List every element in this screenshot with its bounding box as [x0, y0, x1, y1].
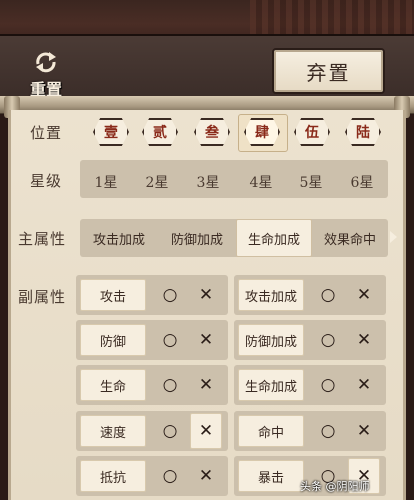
cross-icon[interactable]: ✕: [348, 326, 380, 354]
cross-icon[interactable]: ✕: [348, 417, 380, 445]
star-level-item-2[interactable]: 2星: [137, 172, 177, 192]
position-item-label: 贰: [153, 125, 167, 141]
cross-icon[interactable]: ✕: [190, 326, 222, 354]
sub-attribute-cell: 生命加成 ○ ✕: [234, 365, 386, 405]
position-item-6[interactable]: 陆: [345, 118, 381, 146]
reset-button[interactable]: 重置: [18, 48, 74, 99]
position-item-2[interactable]: 贰: [142, 118, 178, 146]
sub-attribute-name[interactable]: 攻击: [80, 279, 146, 311]
circle-icon[interactable]: ○: [312, 371, 344, 399]
circle-icon[interactable]: ○: [154, 417, 186, 445]
sub-attribute-name[interactable]: 攻击加成: [238, 279, 304, 311]
cross-icon[interactable]: ✕: [190, 281, 222, 309]
sub-attribute-cell: 攻击加成 ○ ✕: [234, 275, 386, 315]
position-item-label: 壹: [104, 125, 118, 141]
sub-attribute-name[interactable]: 生命加成: [238, 369, 304, 401]
position-item-1[interactable]: 壹: [93, 118, 129, 146]
sub-attribute-name[interactable]: 命中: [238, 415, 304, 447]
circle-icon[interactable]: ○: [312, 281, 344, 309]
circle-icon[interactable]: ○: [154, 281, 186, 309]
star-level-item-4[interactable]: 4星: [241, 172, 281, 192]
circle-icon[interactable]: ○: [312, 417, 344, 445]
position-label: 位置: [30, 124, 63, 142]
main-attribute-label: 主属性: [18, 230, 67, 248]
cross-icon[interactable]: ✕: [190, 462, 222, 490]
sub-attribute-cell: 攻击 ○ ✕: [76, 275, 228, 315]
sub-attribute-name[interactable]: 防御: [80, 324, 146, 356]
sub-attribute-name[interactable]: 暴击: [238, 460, 304, 492]
position-item-3[interactable]: 叁: [194, 118, 230, 146]
circle-icon[interactable]: ○: [154, 326, 186, 354]
circle-icon[interactable]: ○: [312, 326, 344, 354]
sub-attribute-cell: 命中 ○ ✕: [234, 411, 386, 451]
star-level-item-5[interactable]: 5星: [291, 172, 331, 192]
watermark: 头条 @阴阳师: [300, 480, 370, 493]
position-item-label: 肆: [255, 125, 269, 141]
sub-attribute-cell: 生命 ○ ✕: [76, 365, 228, 405]
cross-icon[interactable]: ✕: [190, 413, 222, 449]
circle-icon[interactable]: ○: [154, 462, 186, 490]
main-attribute-item[interactable]: 生命加成: [236, 219, 312, 257]
cross-icon[interactable]: ✕: [190, 371, 222, 399]
star-level-item-1[interactable]: 1星: [86, 172, 126, 192]
circle-icon[interactable]: ○: [154, 371, 186, 399]
sub-attribute-name[interactable]: 速度: [80, 415, 146, 447]
sub-attribute-label: 副属性: [18, 288, 67, 306]
position-item-label: 陆: [356, 125, 370, 141]
main-attribute-item[interactable]: 防御加成: [158, 224, 236, 252]
star-level-label: 星级: [30, 172, 63, 190]
refresh-icon: [36, 52, 56, 73]
main-attribute-item[interactable]: 攻击加成: [80, 224, 158, 252]
sub-attribute-cell: 抵抗 ○ ✕: [76, 456, 228, 496]
sub-attribute-cell: 防御加成 ○ ✕: [234, 320, 386, 360]
position-item-label: 叁: [205, 125, 219, 141]
sub-attribute-cell: 速度 ○ ✕: [76, 411, 228, 451]
position-item-label: 伍: [305, 125, 319, 141]
star-level-item-3[interactable]: 3星: [188, 172, 228, 192]
sub-attribute-name[interactable]: 生命: [80, 369, 146, 401]
position-item-5[interactable]: 伍: [294, 118, 330, 146]
cross-icon[interactable]: ✕: [348, 371, 380, 399]
sub-attribute-name[interactable]: 防御加成: [238, 324, 304, 356]
sub-attribute-name[interactable]: 抵抗: [80, 460, 146, 492]
scroll-right-arrow-icon[interactable]: [390, 231, 397, 243]
sub-attribute-cell: 防御 ○ ✕: [76, 320, 228, 360]
position-item-4[interactable]: 肆: [238, 114, 288, 152]
main-attribute-item[interactable]: 效果命中: [312, 224, 388, 252]
cross-icon[interactable]: ✕: [348, 281, 380, 309]
discard-button[interactable]: 弃置: [272, 48, 385, 94]
star-level-item-6[interactable]: 6星: [342, 172, 382, 192]
